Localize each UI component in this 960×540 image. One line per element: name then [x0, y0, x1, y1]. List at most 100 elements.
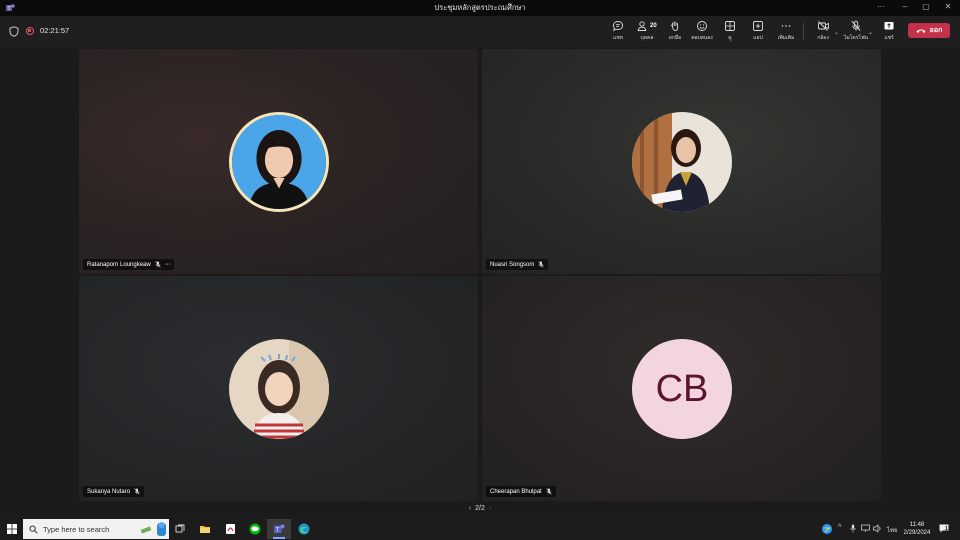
mic-muted-icon — [155, 261, 161, 268]
raise-hand-icon — [670, 21, 678, 31]
search-icon — [29, 525, 38, 534]
participant-nametag: Ratanaporn Loungkeaw ··· — [83, 259, 175, 270]
participant-tile[interactable]: Nuasri Songsom — [482, 49, 881, 274]
camera-options-chevron-icon[interactable]: ⌄ — [834, 29, 839, 36]
video-stage: Ratanaporn Loungkeaw ··· Nuasri Songsom — [0, 47, 960, 518]
edge-icon — [298, 523, 310, 535]
taskbar-search-box[interactable]: Type here to search — [23, 519, 169, 539]
clock-time: 11:48 — [909, 522, 925, 528]
next-page-chevron-icon[interactable]: › — [489, 505, 491, 512]
participant-nametag: Cheerapan Bhulpat — [486, 486, 556, 497]
participant-nametag: Sukanya Nutaro — [83, 486, 145, 497]
pager-label: 2/2 — [475, 505, 485, 512]
share-screen-icon — [884, 22, 894, 30]
chat-button[interactable]: แชท — [603, 20, 633, 44]
participant-photo-woman-striped-shirt-icon — [229, 339, 329, 439]
add-app-icon — [753, 21, 763, 31]
svg-text:T: T — [276, 528, 280, 534]
mic-label: ไมโครโฟน — [843, 35, 869, 41]
search-highlight-illustration-icon — [140, 522, 166, 536]
meeting-toolbar: 02:21:57 แชท 20 บุคคล ยกมือ ตอบสนอง ดู แ… — [0, 16, 960, 47]
teams-taskbar-button[interactable]: T — [267, 519, 291, 539]
restore-button[interactable]: ▢ — [919, 2, 933, 11]
share-button[interactable]: แชร์ — [874, 20, 904, 44]
close-window-button[interactable]: ✕ — [941, 2, 955, 11]
pdf-icon — [225, 524, 235, 534]
leave-meeting-button[interactable]: ออก — [908, 23, 950, 38]
recording-indicator-icon — [26, 27, 34, 35]
grid-view-icon — [725, 21, 735, 31]
people-count: 20 — [650, 23, 657, 29]
taskbar-clock[interactable]: 11:48 2/29/2024 — [900, 521, 934, 537]
network-icon[interactable] — [861, 524, 870, 533]
share-label: แชร์ — [884, 35, 894, 41]
teams-icon: T — [274, 524, 285, 534]
camera-off-icon — [817, 21, 829, 31]
more-actions-label: เพิ่มเติม — [777, 35, 795, 41]
participant-name: Nuasri Songsom — [490, 261, 535, 268]
line-app-button[interactable] — [243, 519, 267, 539]
folder-icon — [200, 526, 210, 533]
window-titlebar: T ประชุมหลักสูตรประถมศึกษา ··· – ▢ ✕ — [0, 0, 960, 16]
smiley-icon — [697, 21, 707, 31]
chat-label: แชท — [613, 35, 623, 41]
windows-taskbar: Type here to search T ^ ไทย 11:48 2/29/2… — [0, 518, 960, 540]
more-actions-button[interactable]: เพิ่มเติม — [771, 20, 801, 44]
show-hidden-icons-chevron-icon[interactable]: ^ — [838, 524, 841, 531]
view-button[interactable]: ดู — [715, 20, 745, 44]
mic-muted-icon — [538, 261, 544, 268]
participant-tile[interactable]: Ratanaporn Loungkeaw ··· — [79, 49, 478, 274]
chat-icon — [613, 21, 623, 32]
more-horizontal-icon — [781, 25, 791, 27]
people-icon — [637, 21, 647, 31]
mic-button[interactable]: ไมโครโฟน — [841, 20, 871, 44]
weather-icon[interactable] — [821, 523, 834, 535]
window-title: ประชุมหลักสูตรประถมศึกษา — [434, 3, 526, 12]
react-button[interactable]: ตอบสนอง — [687, 20, 717, 44]
people-button[interactable]: 20 บุคคล — [632, 20, 662, 44]
pdf-reader-button[interactable] — [218, 519, 242, 539]
view-label: ดู — [728, 35, 732, 41]
participant-tile[interactable]: CB Cheerapan Bhulpat — [482, 276, 881, 501]
apps-button[interactable]: แอป — [743, 20, 773, 44]
input-language-indicator[interactable]: ไทย — [887, 525, 898, 535]
hang-up-icon — [916, 28, 926, 33]
participant-name: Sukanya Nutaro — [87, 488, 131, 495]
windows-start-icon[interactable] — [7, 524, 17, 534]
mic-muted-icon — [134, 488, 140, 495]
participant-initials-avatar: CB — [632, 339, 732, 439]
task-view-icon — [175, 524, 184, 533]
participant-nametag: Nuasri Songsom — [486, 259, 549, 270]
toolbar-divider — [803, 23, 804, 40]
meeting-timer: 02:21:57 — [40, 26, 70, 35]
participant-photo-woman-office-icon — [632, 112, 732, 212]
leave-label: ออก — [929, 27, 943, 34]
raise-hand-button[interactable]: ยกมือ — [660, 20, 690, 44]
task-view-button[interactable] — [168, 519, 192, 539]
edge-browser-button[interactable] — [292, 519, 316, 539]
participant-photo-woman-blue-background-icon — [229, 112, 329, 212]
file-explorer-button[interactable] — [193, 519, 217, 539]
participant-initials: CB — [632, 339, 732, 439]
previous-page-chevron-icon[interactable]: ‹ — [469, 505, 471, 512]
search-placeholder: Type here to search — [43, 524, 110, 534]
gallery-pager: ‹ 2/2 › — [460, 505, 500, 515]
shield-icon[interactable] — [9, 26, 19, 37]
volume-icon[interactable] — [873, 524, 882, 533]
window-more-button[interactable]: ··· — [874, 2, 888, 11]
apps-label: แอป — [753, 35, 763, 41]
raise-hand-label: ยกมือ — [668, 35, 682, 41]
notification-center-button[interactable]: 1 — [939, 524, 949, 533]
mic-options-chevron-icon[interactable]: ⌄ — [868, 29, 873, 36]
mic-off-icon — [851, 20, 861, 31]
microphone-tray-icon[interactable] — [850, 524, 856, 533]
clock-date: 2/29/2024 — [903, 530, 931, 536]
participant-name: Ratanaporn Loungkeaw — [87, 261, 151, 268]
participant-name: Cheerapan Bhulpat — [490, 488, 542, 495]
participant-tile[interactable]: Sukanya Nutaro — [79, 276, 478, 501]
line-chat-icon — [249, 523, 261, 535]
participant-more-options[interactable]: ··· — [165, 261, 171, 268]
notification-count: 1 — [945, 526, 948, 532]
people-label: บุคคล — [640, 35, 654, 41]
minimize-button[interactable]: – — [898, 2, 912, 11]
